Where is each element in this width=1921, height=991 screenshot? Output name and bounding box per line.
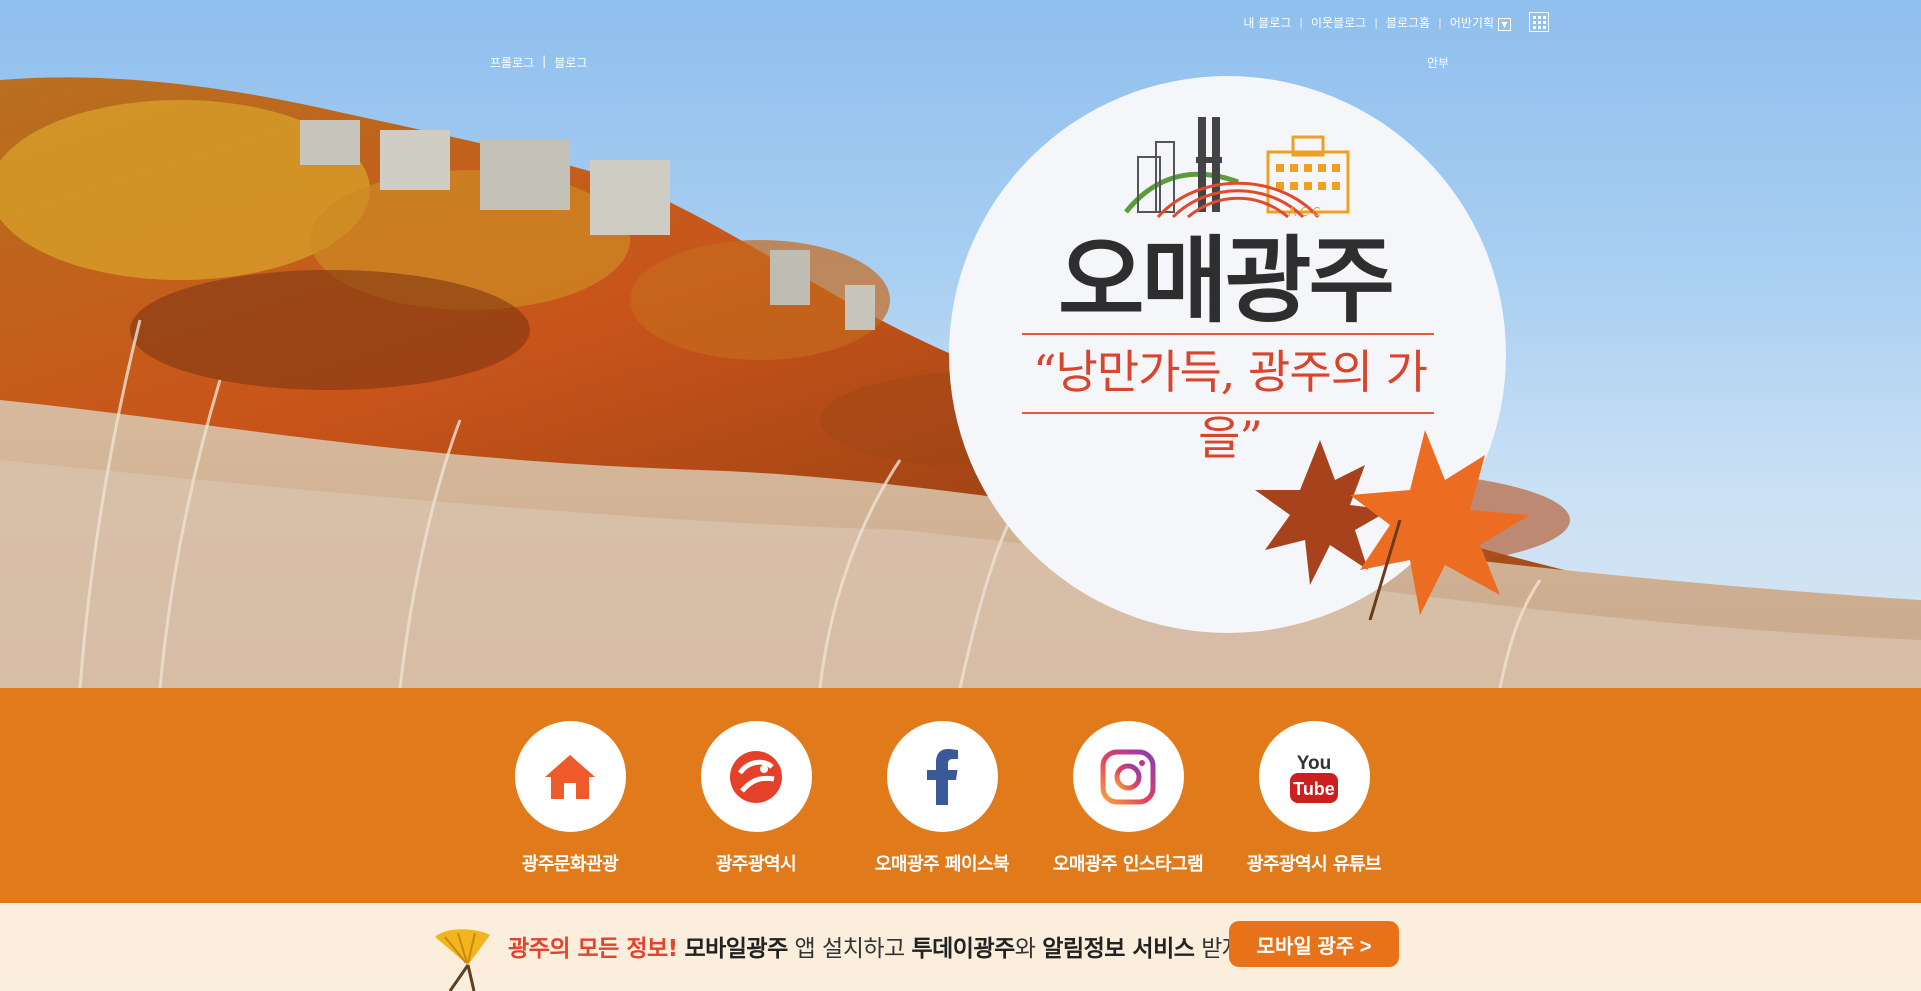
home-icon xyxy=(545,754,595,799)
my-blog-link[interactable]: 내 블로그 xyxy=(1243,14,1291,31)
link-youtube[interactable]: You Tube 광주광역시 유튜브 xyxy=(1221,721,1407,876)
guestbook-link[interactable]: 안부 xyxy=(1427,54,1449,71)
promo-service-today: 투데이광주 xyxy=(911,936,1015,962)
link-instagram[interactable]: 오매광주 인스타그램 xyxy=(1035,721,1221,876)
mobile-gwangju-button[interactable]: 모바일 광주 > xyxy=(1229,921,1399,967)
separator: | xyxy=(1438,15,1442,29)
link-gwangju-city[interactable]: 광주광역시 xyxy=(663,721,849,876)
link-label: 광주광역시 유튜브 xyxy=(1246,854,1382,875)
youtube-icon: You Tube xyxy=(1290,753,1338,803)
mobile-app-promo-strip: 광주의 모든 정보! 모바일광주 앱 설치하고 투데이광주와 알림정보 서비스 … xyxy=(0,903,1921,991)
link-circle: You Tube xyxy=(1258,721,1370,832)
link-label: 광주광역시 xyxy=(715,854,797,875)
separator: | xyxy=(1299,15,1304,29)
separator: | xyxy=(1374,15,1378,29)
link-circle xyxy=(1072,721,1184,832)
promo-service-alert: 알림정보 서비스 xyxy=(1042,936,1195,962)
logo-title: 오매광주 xyxy=(1058,227,1395,336)
youtube-you-text: You xyxy=(1297,753,1331,774)
link-label: 오매광주 인스타그램 xyxy=(1052,854,1204,875)
app-grid-icon[interactable] xyxy=(1529,12,1549,32)
hero-banner: 내 블로그 | 이웃블로그 | 블로그홈 | 어반기획 ▼ 프롤로그 | 블로그 … xyxy=(0,0,1921,688)
blog-sub-navigation: 프롤로그 | 블로그 xyxy=(490,54,587,71)
blog-home-link[interactable]: 블로그홈 xyxy=(1386,14,1430,31)
moderator-menu[interactable]: 어반기획 ▼ xyxy=(1450,14,1511,31)
facebook-icon xyxy=(927,748,958,805)
instagram-icon xyxy=(1100,749,1156,804)
promo-message: 광주의 모든 정보! 모바일광주 앱 설치하고 투데이광주와 알림정보 서비스 … xyxy=(508,929,1260,963)
separator: | xyxy=(542,54,547,68)
blog-tab[interactable]: 블로그 xyxy=(554,54,587,71)
link-circle xyxy=(886,721,998,832)
link-circle xyxy=(700,721,812,832)
dropdown-arrow-icon: ▼ xyxy=(1498,17,1511,31)
promo-app-name: 모바일광주 xyxy=(684,936,788,962)
promo-text: 와 xyxy=(1014,936,1043,962)
ginkgo-leaf-icon xyxy=(435,929,490,991)
moderator-label: 어반기획 xyxy=(1449,15,1494,30)
prologue-tab[interactable]: 프롤로그 xyxy=(490,54,534,71)
youtube-tube-text: Tube xyxy=(1293,779,1335,799)
promo-text: 앱 설치하고 xyxy=(787,936,912,962)
divider xyxy=(1022,412,1434,414)
divider xyxy=(1022,333,1434,335)
quick-links-band: 광주문화관광 광주광역시 오매광주 페이스북 오매광주 인스타그램 You Tu… xyxy=(0,688,1921,903)
gwangju-symbol-icon xyxy=(730,750,782,803)
link-circle xyxy=(514,721,626,832)
promo-highlight: 광주의 모든 정보! xyxy=(508,936,678,962)
link-gwangju-culture-tourism[interactable]: 광주문화관광 xyxy=(477,721,663,876)
top-navigation: 내 블로그 | 이웃블로그 | 블로그홈 | 어반기획 ▼ xyxy=(1243,12,1549,32)
link-facebook[interactable]: 오매광주 페이스북 xyxy=(849,721,1035,876)
link-label: 광주문화관광 xyxy=(521,854,619,875)
maple-leaf-icon xyxy=(1255,430,1530,620)
link-label: 오매광주 페이스북 xyxy=(874,854,1010,875)
neighbor-blog-link[interactable]: 이웃블로그 xyxy=(1311,14,1366,31)
